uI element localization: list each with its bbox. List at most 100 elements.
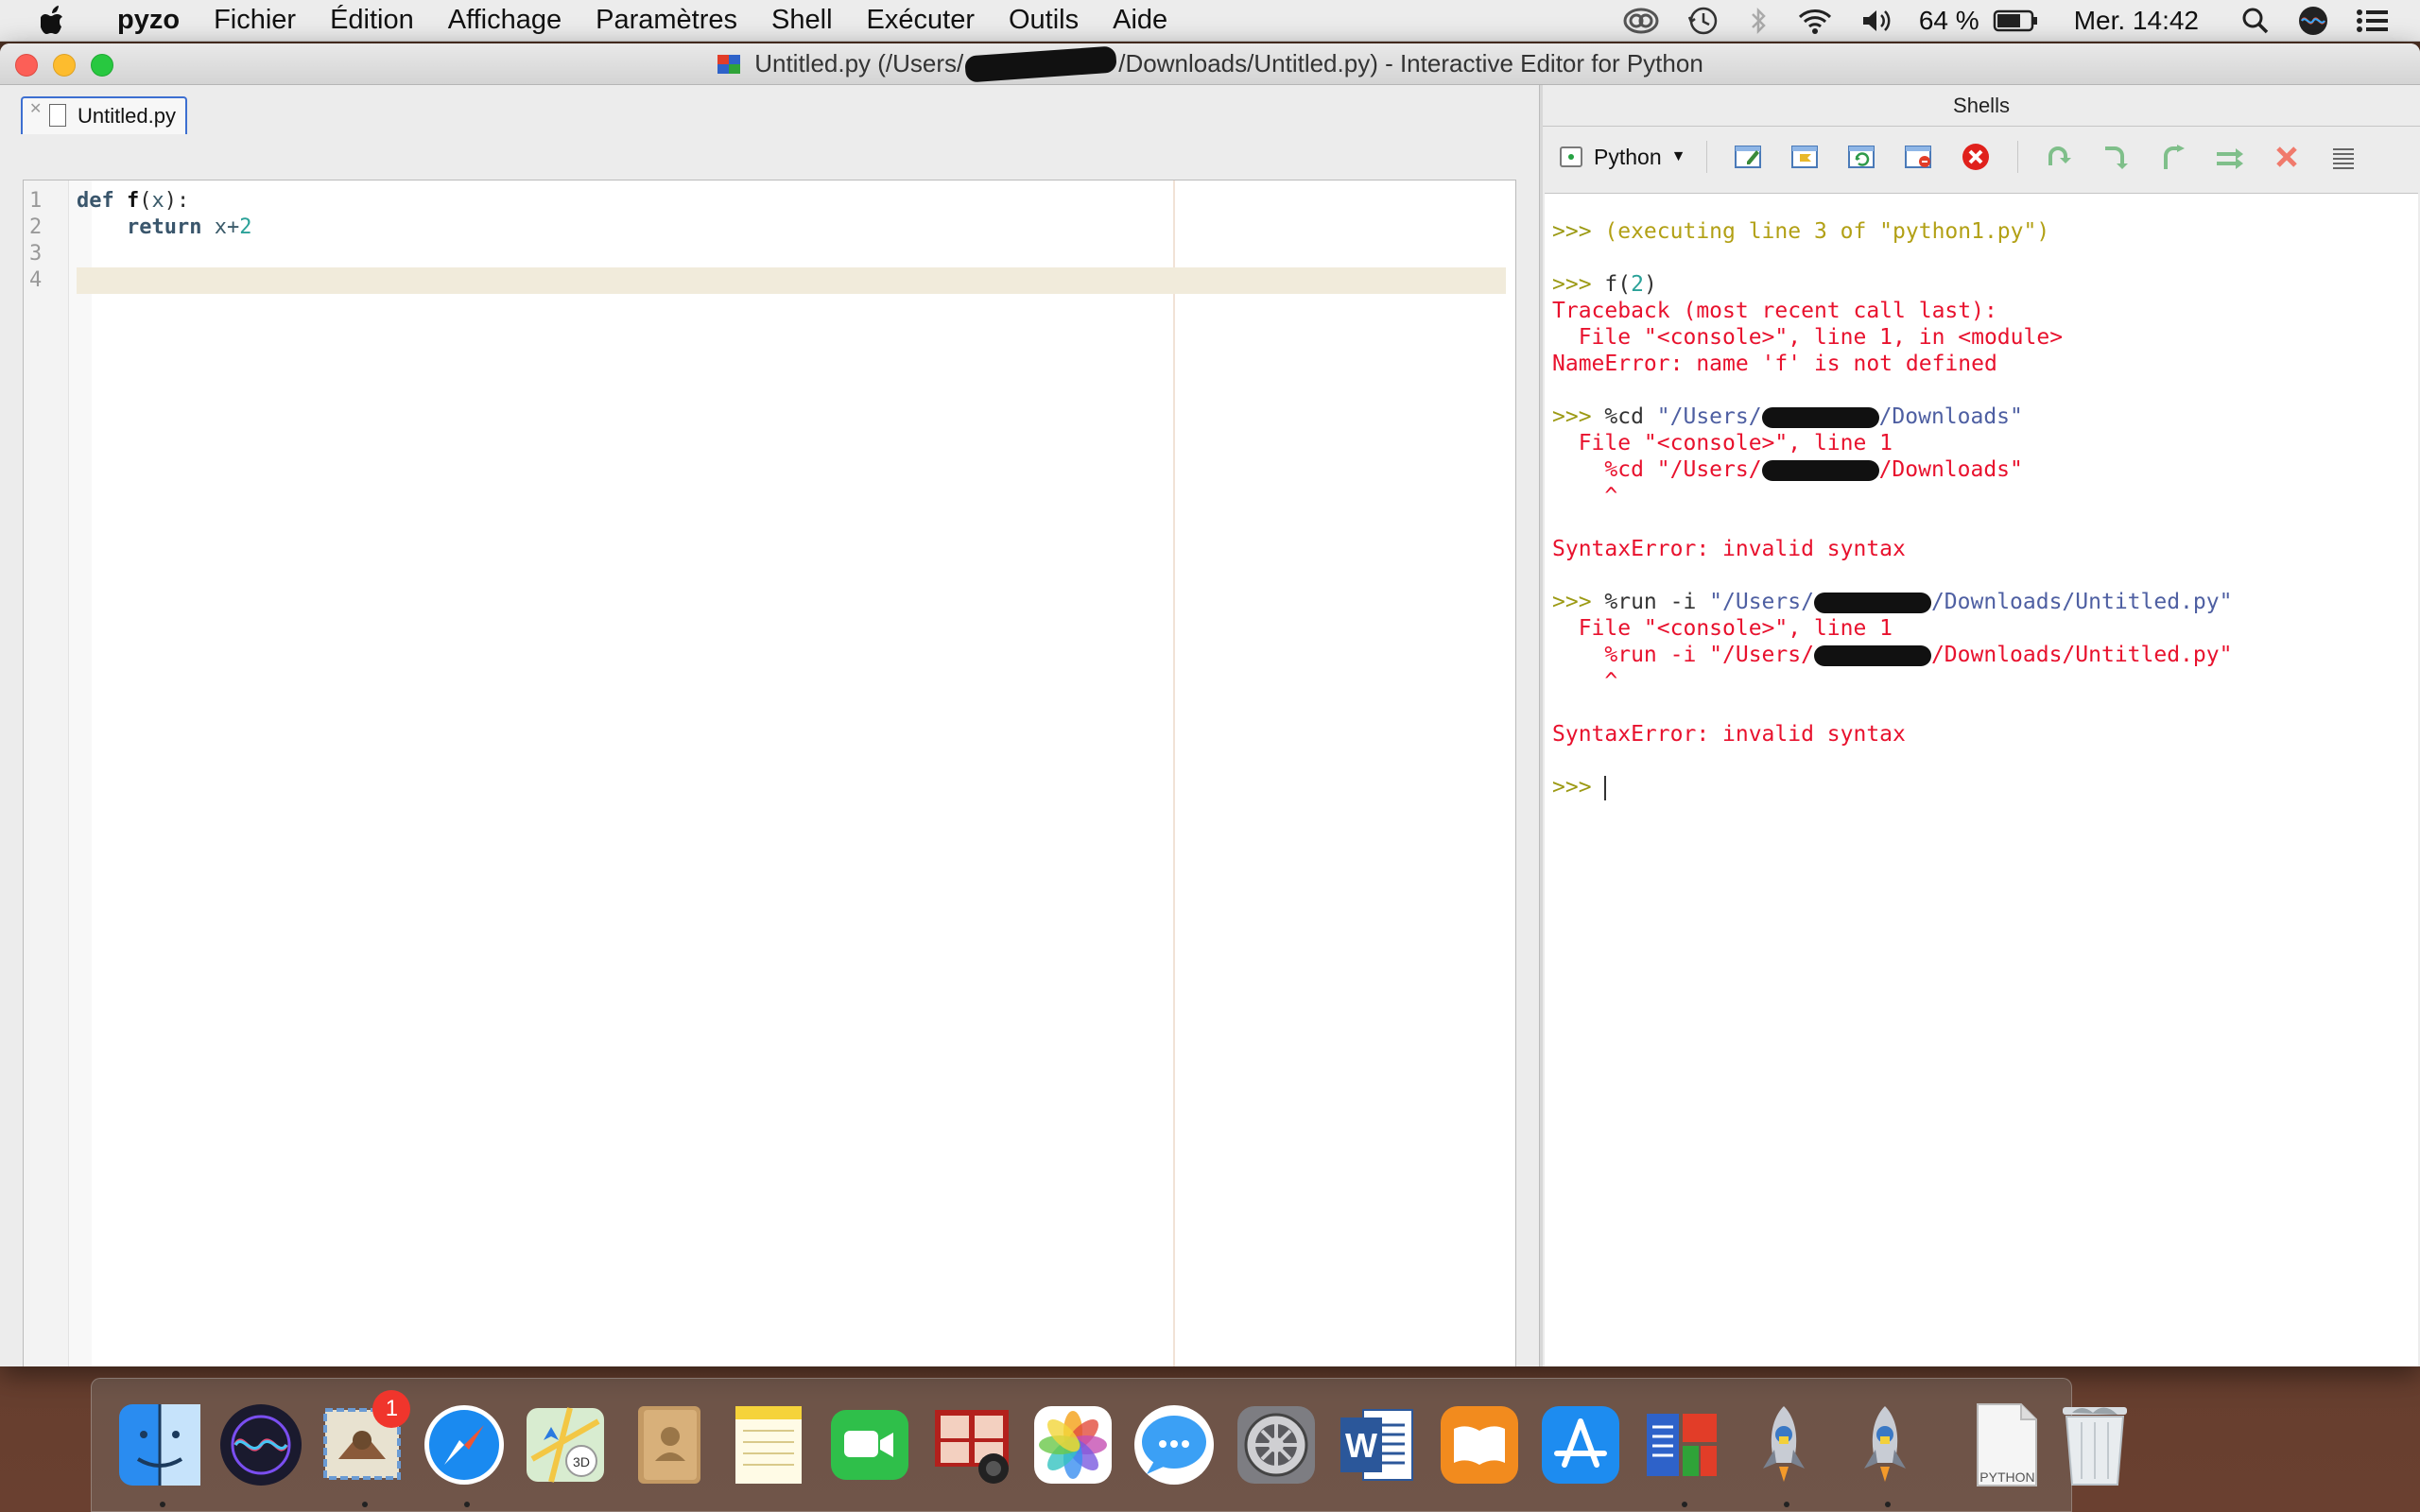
dock-facetime[interactable] — [827, 1400, 912, 1490]
shell-input-line[interactable]: >>> — [1552, 774, 2411, 800]
window-titlebar[interactable]: Untitled.py (/Users/ /Downloads/Untitled… — [0, 43, 2420, 85]
bluetooth-icon[interactable] — [1747, 6, 1770, 36]
restart-shell-icon[interactable] — [1846, 141, 1878, 173]
debug-stop-icon[interactable] — [2271, 141, 2303, 173]
edit-shell-config-icon[interactable] — [1733, 141, 1765, 173]
toolbar-divider — [1706, 141, 1708, 173]
shell-output[interactable]: >>> (executing line 3 of "python1.py") >… — [1545, 193, 2418, 1366]
dock-messages[interactable] — [1132, 1400, 1217, 1490]
running-indicator — [1885, 1502, 1892, 1507]
close-tab-icon[interactable]: ✕ — [29, 99, 42, 118]
creative-cloud-icon[interactable] — [1622, 7, 1660, 35]
code-line[interactable]: return x+2 — [77, 215, 1513, 241]
chevron-down-icon: ▼ — [1670, 148, 1686, 164]
dock-safari[interactable] — [422, 1400, 507, 1507]
clock[interactable]: Mer. 14:42 — [2074, 6, 2199, 36]
code-line-current[interactable] — [77, 267, 1506, 294]
dock-python-document[interactable]: PYTHON — [1974, 1400, 2040, 1490]
dock-trash[interactable] — [2057, 1400, 2133, 1490]
debug-step-over-icon[interactable] — [2100, 141, 2133, 173]
dock-siri[interactable] — [218, 1400, 303, 1490]
code-line[interactable] — [77, 241, 1513, 267]
notification-center-icon[interactable] — [2356, 7, 2390, 35]
shell-error-line: File "<console>", line 1, in <module> — [1552, 325, 2064, 350]
long-line-indicator — [1173, 180, 1175, 1366]
dock-system-preferences[interactable] — [1234, 1400, 1319, 1490]
redacted-username — [1813, 644, 1931, 666]
dock-books[interactable] — [1437, 1400, 1522, 1490]
close-shell-icon[interactable] — [1960, 141, 1992, 173]
code-line[interactable]: def f(x): — [77, 188, 1513, 215]
time-machine-icon[interactable] — [1686, 6, 1720, 36]
document-type-label: PYTHON — [1979, 1469, 2035, 1485]
shell-status-icon — [1560, 146, 1582, 167]
debug-continue-icon[interactable] — [2044, 141, 2076, 173]
dock-app-store[interactable] — [1538, 1400, 1623, 1490]
tab-untitled-py[interactable]: ✕ Untitled.py — [21, 96, 187, 134]
interrupt-shell-icon[interactable] — [1789, 141, 1822, 173]
apple-menu-icon[interactable] — [36, 0, 72, 42]
maximize-window-button[interactable] — [91, 54, 113, 77]
dock-stacks-app[interactable] — [1639, 1400, 1724, 1507]
code-editor[interactable]: 1 2 3 4 def f(x): return x+2 — [23, 180, 1516, 1366]
dock-word[interactable]: W — [1335, 1400, 1420, 1490]
menu-affichage[interactable]: Affichage — [431, 5, 579, 36]
redacted-username — [1813, 592, 1931, 613]
wifi-icon[interactable] — [1796, 7, 1834, 35]
shell-error-line: SyntaxError: invalid syntax — [1552, 537, 1906, 561]
shell-line: >>> %run -i "/Users//Downloads/Untitled.… — [1552, 590, 2233, 614]
shell-blank-line — [1552, 245, 2411, 271]
stack-trace-icon[interactable] — [2327, 141, 2360, 173]
running-indicator — [1783, 1502, 1789, 1507]
running-indicator — [463, 1502, 470, 1507]
dock: 1 3D W PYTHON — [91, 1378, 2127, 1512]
shell-blank-line — [1552, 509, 2411, 536]
redacted-username — [1761, 459, 1879, 481]
window-title-prefix: Untitled.py (/Users/ — [754, 49, 964, 77]
shell-blank-line — [1552, 562, 2411, 589]
dock-pyzo-rocket-1[interactable] — [1741, 1400, 1826, 1507]
menu-shell[interactable]: Shell — [754, 5, 850, 36]
window-title-suffix: /Downloads/Untitled.py) - Interactive Ed… — [1118, 49, 1703, 77]
dock-pyzo-rocket-2[interactable] — [1842, 1400, 1927, 1507]
dock-photos[interactable] — [1030, 1400, 1115, 1490]
menu-aide[interactable]: Aide — [1096, 5, 1184, 36]
siri-icon[interactable] — [2297, 5, 2329, 37]
dock-contacts[interactable] — [625, 1400, 710, 1490]
line-number: 4 — [29, 268, 43, 292]
shell-blank-line — [1552, 747, 2411, 774]
shell-blank-line — [1552, 377, 2411, 404]
redacted-username — [964, 44, 1118, 83]
close-window-button[interactable] — [15, 54, 38, 77]
volume-icon[interactable] — [1860, 7, 1893, 35]
shell-line: >>> f(2) — [1552, 272, 1657, 297]
dock-mail[interactable]: 1 — [320, 1390, 411, 1507]
menu-executer[interactable]: Exécuter — [850, 5, 992, 36]
line-number: 3 — [29, 242, 43, 266]
minimize-window-button[interactable] — [53, 54, 76, 77]
spotlight-search-icon[interactable] — [2240, 6, 2271, 36]
menu-outils[interactable]: Outils — [992, 5, 1096, 36]
dock-maps[interactable]: 3D — [523, 1400, 608, 1490]
menu-edition[interactable]: Édition — [313, 5, 431, 36]
battery-percent[interactable]: 64 % — [1919, 6, 1979, 36]
code-content[interactable]: def f(x): return x+2 — [77, 188, 1513, 294]
dock-photo-booth[interactable] — [929, 1400, 1014, 1490]
debug-step-into-icon[interactable] — [2157, 141, 2189, 173]
menu-fichier[interactable]: Fichier — [197, 5, 313, 36]
dock-notes[interactable] — [726, 1400, 811, 1490]
menu-parametres[interactable]: Paramètres — [579, 5, 754, 36]
shell-selector[interactable]: Python ▼ — [1552, 140, 1693, 174]
line-number: 2 — [29, 215, 43, 239]
mail-badge: 1 — [372, 1390, 411, 1428]
battery-icon[interactable] — [1993, 9, 2040, 33]
menu-app-name[interactable]: pyzo — [100, 5, 197, 36]
debug-step-out-icon[interactable] — [2214, 141, 2246, 173]
running-indicator — [1682, 1502, 1688, 1507]
shell-error-line: ^ — [1552, 669, 1618, 694]
dock-finder[interactable] — [117, 1400, 202, 1507]
fold-gutter — [69, 180, 92, 1366]
terminate-shell-icon[interactable] — [1903, 141, 1935, 173]
line-number-gutter: 1 2 3 4 — [24, 180, 69, 1366]
running-indicator — [159, 1502, 165, 1507]
